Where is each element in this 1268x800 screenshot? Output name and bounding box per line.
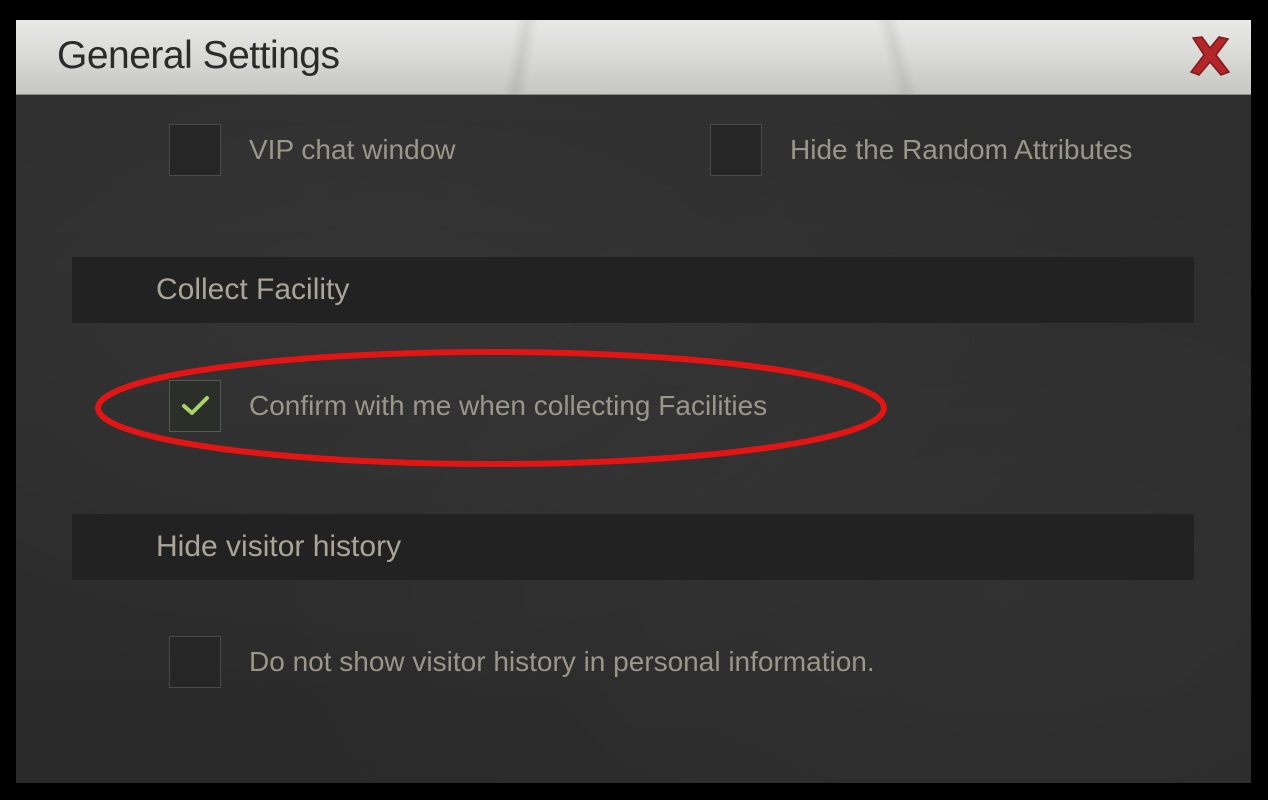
checkmark-icon xyxy=(182,396,209,415)
confirm-collecting-facilities-checkbox[interactable] xyxy=(169,380,221,432)
hide-random-attributes-label: Hide the Random Attributes xyxy=(790,134,1133,165)
close-x-icon xyxy=(1189,36,1231,76)
window-title: General Settings xyxy=(57,34,340,77)
title-bar: General Settings xyxy=(16,20,1251,95)
hide-random-attributes-checkbox[interactable] xyxy=(710,124,762,176)
general-settings-window: General Settings VIP chat window Hide th… xyxy=(16,20,1251,783)
vip-chat-window-label: VIP chat window xyxy=(249,134,456,165)
section-title-collect-facility: Collect Facility xyxy=(156,273,350,306)
vip-chat-window-checkbox[interactable] xyxy=(169,124,221,176)
confirm-collecting-facilities-label: Confirm with me when collecting Faciliti… xyxy=(249,390,768,421)
hide-visitor-history-checkbox[interactable] xyxy=(169,636,221,688)
section-header-hide-visitor-history: Hide visitor history xyxy=(72,514,1194,580)
section-title-hide-visitor-history: Hide visitor history xyxy=(156,530,402,563)
close-button[interactable] xyxy=(1186,32,1234,80)
hide-visitor-history-label: Do not show visitor history in personal … xyxy=(249,646,875,677)
section-header-collect-facility: Collect Facility xyxy=(72,257,1194,323)
